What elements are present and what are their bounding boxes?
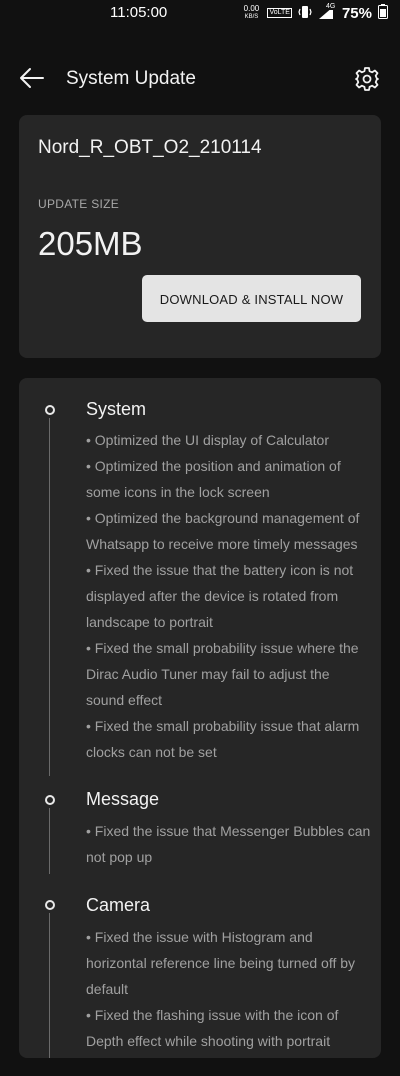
status-icons: 0.00 KB/S VoLTE 4G 75% <box>241 3 388 22</box>
timeline-line <box>49 418 50 776</box>
section-title-camera: Camera <box>86 895 151 915</box>
list-item: • Fixed the small probability issue wher… <box>86 640 359 708</box>
timeline-dot-icon <box>45 900 55 910</box>
list-item: • Fixed the issue with Histogram and hor… <box>86 929 356 997</box>
status-bar: 11:05:00 0.00 KB/S VoLTE 4G 75% <box>0 0 400 26</box>
update-size-value: 205MB <box>38 225 143 262</box>
battery-icon <box>378 4 388 22</box>
back-button[interactable] <box>18 66 46 90</box>
arrow-left-icon <box>20 68 44 88</box>
network-speed-indicator: 0.00 KB/S <box>241 5 261 21</box>
timeline-line <box>49 808 50 874</box>
network-type-label: 4G <box>325 3 336 10</box>
update-card: Nord_R_OBT_O2_210114 UPDATE SIZE 205MB D… <box>19 115 381 358</box>
signal-icon: 4G <box>318 3 336 20</box>
status-time: 11:05:00 <box>110 4 168 21</box>
version-name: Nord_R_OBT_O2_210114 <box>38 137 262 158</box>
system-notes: • Optimized the UI display of Calculator… <box>86 427 371 765</box>
list-item: • Optimized the UI display of Calculator <box>86 432 330 448</box>
list-item: • Fixed the issue that the battery icon … <box>86 562 354 630</box>
section-title-system: System <box>86 399 147 419</box>
network-speed-unit: KB/S <box>244 14 259 20</box>
list-item: • Fixed the small probability issue that… <box>86 718 360 760</box>
list-item: • Optimized the background management of… <box>86 510 360 552</box>
list-item: • Fixed the flashing issue with the icon… <box>86 1007 339 1049</box>
camera-notes: • Fixed the issue with Histogram and hor… <box>86 924 371 1054</box>
timeline-dot-icon <box>45 405 55 415</box>
timeline-line <box>49 913 50 1058</box>
download-install-button[interactable]: DOWNLOAD & INSTALL NOW <box>142 275 361 322</box>
list-item: • Fixed the issue that Messenger Bubbles… <box>86 823 371 865</box>
message-notes: • Fixed the issue that Messenger Bubbles… <box>86 818 371 870</box>
gear-icon <box>355 67 379 91</box>
update-size-label: UPDATE SIZE <box>38 197 120 211</box>
app-bar: System Update <box>0 56 400 102</box>
timeline-dot-icon <box>45 795 55 805</box>
network-speed-value: 0.00 <box>243 4 260 13</box>
battery-percent: 75% <box>341 4 372 22</box>
changelog-card: System • Optimized the UI display of Cal… <box>19 378 381 1058</box>
vibrate-icon <box>298 5 312 22</box>
page-title: System Update <box>66 68 196 89</box>
volte-icon: VoLTE <box>267 8 292 18</box>
settings-button[interactable] <box>354 66 380 92</box>
section-title-message: Message <box>86 789 160 809</box>
list-item: • Optimized the position and animation o… <box>86 458 341 500</box>
